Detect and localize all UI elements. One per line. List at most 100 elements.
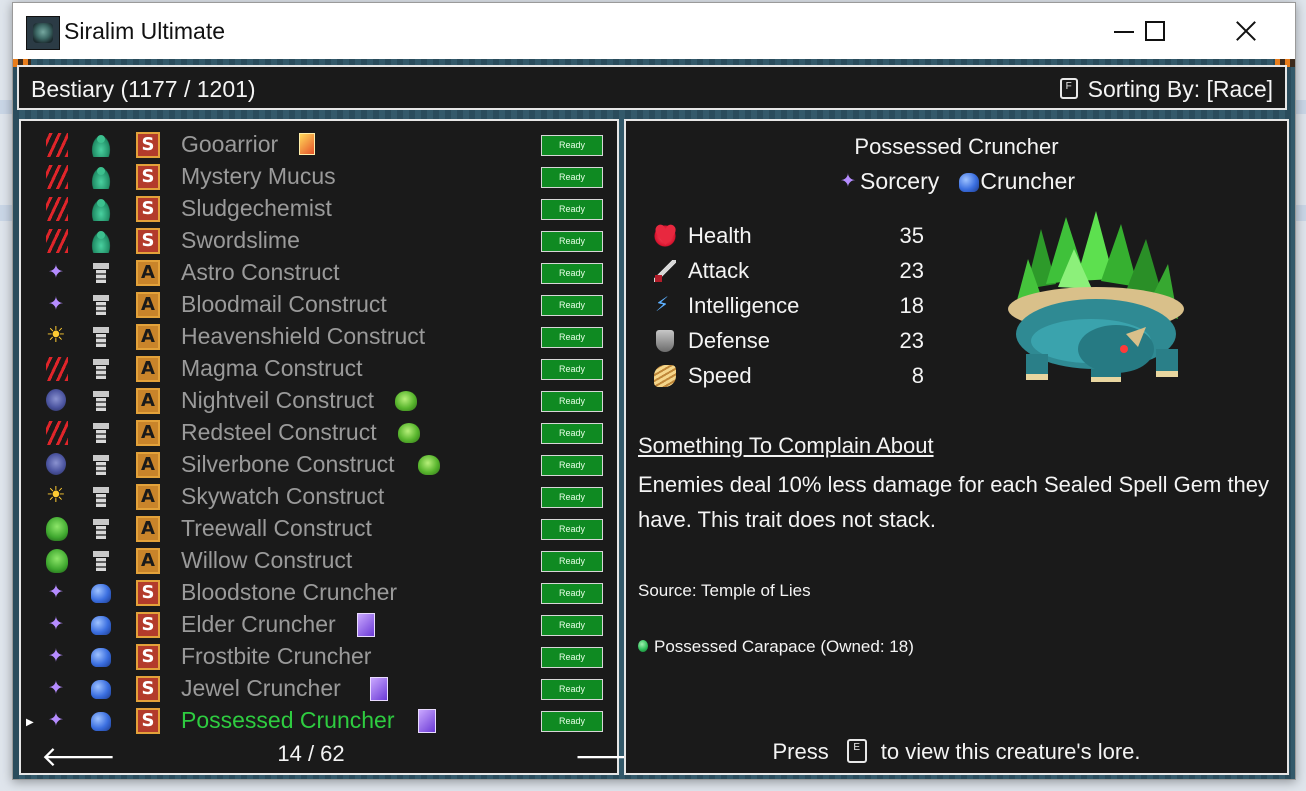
leaf-class-icon — [46, 517, 68, 541]
creature-name-label: Gooarrior — [181, 131, 279, 157]
list-item[interactable]: A Willow Construct Ready — [21, 545, 617, 577]
heart-icon — [653, 219, 678, 252]
ready-badge[interactable]: Ready — [541, 551, 603, 572]
ready-badge[interactable]: Ready — [541, 359, 603, 380]
bestiary-header: Bestiary (1177 / 1201) F Sorting By: [Rac… — [17, 65, 1287, 110]
selection-cursor-icon: ▶ — [26, 717, 34, 728]
stat-row: Intelligence 18 — [654, 291, 924, 323]
list-item[interactable]: S Mystery Mucus Ready — [21, 161, 617, 193]
sun-class-icon — [46, 483, 68, 509]
ready-badge[interactable]: Ready — [541, 231, 603, 252]
list-item[interactable]: S Bloodstone Cruncher Ready — [21, 577, 617, 609]
list-item[interactable]: S Sludgechemist Ready — [21, 193, 617, 225]
list-item[interactable]: A Skywatch Construct Ready — [21, 481, 617, 513]
sorc-class-icon — [46, 261, 68, 285]
rarity-badge-icon: S — [136, 612, 160, 638]
crunch-race-icon — [90, 581, 112, 605]
creature-detail: Possessed Cruncher Sorcery Cruncher Heal… — [624, 119, 1289, 775]
list-item[interactable]: A Heavenshield Construct Ready — [21, 321, 617, 353]
creature-name-label: Magma Construct — [181, 355, 363, 381]
list-item[interactable]: S Elder Cruncher Ready — [21, 609, 617, 641]
stat-row: Defense 23 — [654, 326, 924, 358]
maximize-button[interactable] — [1131, 11, 1177, 51]
game-canvas: Bestiary (1177 / 1201) F Sorting By: [Rac… — [13, 59, 1295, 779]
close-button[interactable] — [1221, 11, 1267, 51]
lore-rest-label: to view this creature's lore. — [880, 739, 1141, 764]
constr-race-icon — [90, 453, 112, 477]
blob-icon — [398, 423, 420, 443]
sorc-class-icon — [46, 645, 68, 669]
sorc-class-icon — [46, 581, 68, 605]
ready-badge[interactable]: Ready — [541, 615, 603, 636]
list-item[interactable]: A Redsteel Construct Ready — [21, 417, 617, 449]
list-item[interactable]: A Nightveil Construct Ready — [21, 385, 617, 417]
ready-badge[interactable]: Ready — [541, 295, 603, 316]
ready-badge[interactable]: Ready — [541, 455, 603, 476]
list-item[interactable]: ▶ S Possessed Cruncher Ready — [21, 705, 617, 737]
list-item[interactable]: A Magma Construct Ready — [21, 353, 617, 385]
f-key-icon: F — [1059, 78, 1078, 100]
ready-badge[interactable]: Ready — [541, 647, 603, 668]
stat-label: Attack — [688, 258, 750, 283]
list-item[interactable]: A Bloodmail Construct Ready — [21, 289, 617, 321]
list-item[interactable]: S Gooarrior Ready — [21, 129, 617, 161]
slime-race-icon — [90, 197, 112, 221]
creature-name-label: Possessed Cruncher — [181, 707, 395, 733]
bolt-icon — [654, 292, 676, 317]
constr-race-icon — [90, 485, 112, 509]
ready-badge[interactable]: Ready — [541, 263, 603, 284]
creature-name: Possessed Cruncher — [854, 134, 1059, 159]
slime-race-icon — [90, 229, 112, 253]
card-purple-icon — [370, 677, 388, 701]
list-item[interactable]: A Silverbone Construct Ready — [21, 449, 617, 481]
material-label: Possessed Carapace (Owned: 18) — [654, 637, 914, 656]
crunch-race-icon — [90, 645, 112, 669]
creature-name-label: Sludgechemist — [181, 195, 332, 221]
ready-badge[interactable]: Ready — [541, 391, 603, 412]
card-red-icon — [299, 133, 315, 155]
stat-value: 35 — [899, 223, 924, 248]
prev-page-arrow-icon[interactable]: 🡐 — [41, 739, 116, 773]
shield-icon — [656, 330, 674, 352]
list-item[interactable]: S Jewel Cruncher Ready — [21, 673, 617, 705]
sort-label: Sorting By: [Race] — [1087, 76, 1273, 102]
lore-hint[interactable]: Press Eto view this creature's lore. — [626, 739, 1287, 765]
trait-description: Enemies deal 10% less damage for each Se… — [638, 472, 1270, 532]
ready-badge[interactable]: Ready — [541, 487, 603, 508]
list-item[interactable]: A Treewall Construct Ready — [21, 513, 617, 545]
source-text: Source: Temple of Lies — [638, 581, 811, 600]
rarity-badge-icon: A — [136, 420, 160, 446]
ready-badge[interactable]: Ready — [541, 327, 603, 348]
ready-badge[interactable]: Ready — [541, 135, 603, 156]
sort-control[interactable]: F Sorting By: [Race] — [1059, 76, 1273, 103]
ready-badge[interactable]: Ready — [541, 583, 603, 604]
stat-value: 18 — [899, 293, 924, 318]
ready-badge[interactable]: Ready — [541, 679, 603, 700]
ready-badge[interactable]: Ready — [541, 423, 603, 444]
creature-list: S Gooarrior Ready S Mystery Mucus Ready S Sludg… — [19, 119, 649, 775]
list-item[interactable]: S Swordslime Ready — [21, 225, 617, 257]
title-bar[interactable]: Siralim Ultimate — [13, 3, 1295, 59]
ready-badge[interactable]: Ready — [541, 167, 603, 188]
ready-badge[interactable]: Ready — [541, 199, 603, 220]
sword-icon — [654, 260, 676, 282]
creature-name-label: Mystery Mucus — [181, 163, 336, 189]
ready-badge[interactable]: Ready — [541, 711, 603, 732]
sorc-class-icon — [46, 613, 68, 637]
creature-name-label: Astro Construct — [181, 259, 340, 285]
ready-badge[interactable]: Ready — [541, 519, 603, 540]
constr-race-icon — [90, 389, 112, 413]
rarity-badge-icon: S — [136, 228, 160, 254]
rarity-badge-icon: A — [136, 292, 160, 318]
blob-icon — [418, 455, 440, 475]
claw-class-icon — [46, 133, 68, 157]
stat-label: Speed — [688, 363, 752, 388]
creature-name-label: Silverbone Construct — [181, 451, 395, 477]
creature-name-label: Skywatch Construct — [181, 483, 385, 509]
stat-row: Speed 8 — [654, 361, 924, 393]
claw-class-icon — [46, 229, 68, 253]
list-item[interactable]: S Frostbite Cruncher Ready — [21, 641, 617, 673]
list-item[interactable]: A Astro Construct Ready — [21, 257, 617, 289]
creature-name-label: Willow Construct — [181, 547, 353, 573]
rarity-badge-icon: S — [136, 644, 160, 670]
